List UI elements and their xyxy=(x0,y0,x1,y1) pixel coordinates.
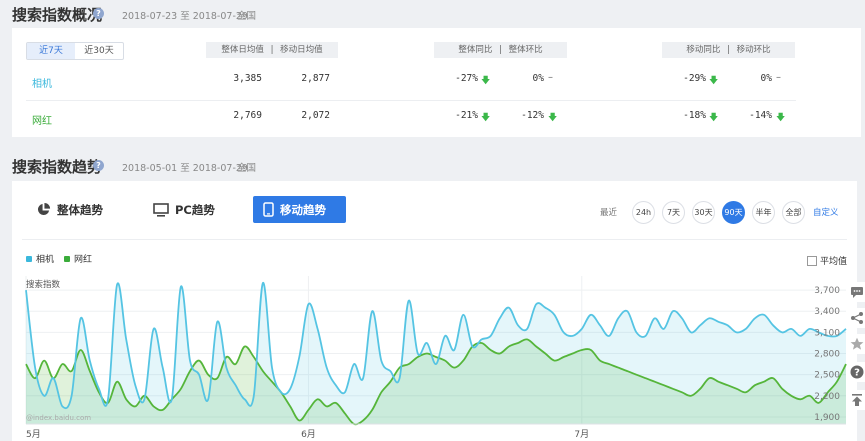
x-tick-label: 6月 xyxy=(301,429,316,440)
star-icon[interactable] xyxy=(847,334,865,354)
y-tick-label: 1,900 xyxy=(814,413,840,423)
y-axis-label: 搜索指数 xyxy=(26,280,61,290)
question-icon[interactable]: ? xyxy=(847,362,865,382)
y-tick-label: 2,200 xyxy=(814,392,840,402)
back-to-top-icon[interactable] xyxy=(847,390,865,410)
x-tick-label: 7月 xyxy=(574,429,589,440)
svg-text:?: ? xyxy=(854,368,860,379)
watermark: @index.baidu.com xyxy=(26,414,92,422)
share-icon[interactable] xyxy=(847,308,865,328)
trend-chart[interactable]: 5月 6月 7月 3,700 3,400 3,100 2,800 2,500 2,200 1,9… xyxy=(0,0,865,441)
y-tick-label: 2,800 xyxy=(814,350,840,360)
x-tick-label: 5月 xyxy=(26,429,41,440)
comment-icon[interactable] xyxy=(847,282,865,302)
y-tick-label: 3,100 xyxy=(814,328,840,338)
y-tick-label: 3,700 xyxy=(814,286,840,296)
y-tick-label: 3,400 xyxy=(814,307,840,317)
y-tick-label: 2,500 xyxy=(814,371,840,381)
